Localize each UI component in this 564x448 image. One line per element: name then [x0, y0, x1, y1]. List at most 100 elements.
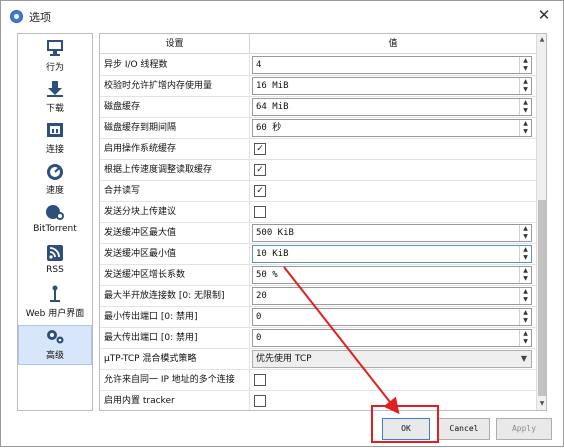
spinbox-value: 16 MiB — [256, 81, 289, 91]
scroll-down-arrow-icon[interactable]: ▼ — [537, 398, 546, 410]
spinbox-arrows[interactable]: ▲ ▼ — [519, 330, 531, 346]
spin-up-icon[interactable]: ▲ — [520, 309, 531, 317]
spin-up-icon[interactable]: ▲ — [520, 330, 531, 338]
setting-checkbox[interactable]: ✓ — [254, 185, 266, 197]
spin-up-icon[interactable]: ▲ — [520, 288, 531, 296]
table-row: 启用内置 tracker — [100, 391, 536, 410]
value-spinbox[interactable]: 16 MiB ▲ ▼ — [252, 77, 532, 95]
setting-checkbox[interactable]: ✓ — [254, 164, 266, 176]
value-spinbox[interactable]: 20 ▲ ▼ — [252, 287, 532, 305]
options-dialog: 选项 ✕ 行为下载连接 速度 BitTorrent RSS Web 用户界面高级 设置 … — [0, 0, 564, 447]
setting-checkbox[interactable] — [254, 206, 266, 218]
spinbox-arrows[interactable]: ▲ ▼ — [519, 309, 531, 325]
sidebar-item-label: 行为 — [45, 63, 64, 73]
setting-value-cell: 60 秒 ▲ ▼ — [250, 118, 536, 138]
value-spinbox[interactable]: 64 MiB ▲ ▼ — [252, 98, 532, 116]
setting-value-cell — [250, 370, 536, 390]
value-spinbox[interactable]: 0 ▲ ▼ — [252, 308, 532, 326]
spin-up-icon[interactable]: ▲ — [520, 246, 531, 254]
gears-icon — [44, 326, 66, 346]
setting-checkbox[interactable] — [254, 395, 266, 407]
setting-label: 异步 I/O 线程数 — [100, 55, 250, 75]
close-button[interactable]: ✕ — [535, 6, 553, 24]
sidebar-item-speedometer[interactable]: 速度 — [18, 161, 92, 201]
setting-checkbox[interactable]: ✓ — [254, 143, 266, 155]
spin-down-icon[interactable]: ▼ — [520, 107, 531, 115]
value-spinbox[interactable]: 500 KiB ▲ ▼ — [252, 224, 532, 242]
spin-down-icon[interactable]: ▼ — [520, 128, 531, 136]
spin-down-icon[interactable]: ▼ — [520, 233, 531, 241]
spin-up-icon[interactable]: ▲ — [520, 57, 531, 65]
spin-up-icon[interactable]: ▲ — [520, 78, 531, 86]
spinbox-arrows[interactable]: ▲ ▼ — [519, 57, 531, 73]
sidebar-item-network[interactable]: 连接 — [18, 120, 92, 160]
value-spinbox[interactable]: 10 KiB ▲ ▼ — [252, 245, 532, 263]
setting-value-cell: ✓ — [250, 160, 536, 180]
setting-value-cell: 10 KiB ▲ ▼ — [250, 244, 536, 264]
sidebar-item-label: 下载 — [45, 104, 64, 114]
spin-down-icon[interactable]: ▼ — [520, 254, 531, 262]
setting-label: 发送缓冲区最小值 — [100, 244, 250, 264]
setting-label: 启用内置 tracker — [100, 391, 250, 410]
spin-down-icon[interactable]: ▼ — [520, 275, 531, 283]
spinbox-arrows[interactable]: ▲ ▼ — [519, 267, 531, 283]
table-row: µTP-TCP 混合模式策略 优先使用 TCP ▼ — [100, 349, 536, 370]
vertical-scrollbar[interactable]: ▲ ▼ — [536, 34, 546, 410]
spin-down-icon[interactable]: ▼ — [520, 65, 531, 73]
spin-down-icon[interactable]: ▼ — [520, 296, 531, 304]
sidebar-item-download[interactable]: 下载 — [18, 79, 92, 119]
value-spinbox[interactable]: 0 ▲ ▼ — [252, 329, 532, 347]
header-value[interactable]: 值 — [250, 34, 536, 54]
table-row: 合并读写 ✓ — [100, 181, 536, 202]
spin-up-icon[interactable]: ▲ — [520, 267, 531, 275]
spinbox-arrows[interactable]: ▲ ▼ — [519, 99, 531, 115]
value-spinbox[interactable]: 50 % ▲ ▼ — [252, 266, 532, 284]
spin-up-icon[interactable]: ▲ — [520, 99, 531, 107]
sidebar-item-web-ui[interactable]: Web 用户界面 — [18, 284, 92, 324]
spinbox-arrows[interactable]: ▲ ▼ — [519, 225, 531, 241]
mixed-mode-select[interactable]: 优先使用 TCP ▼ — [252, 350, 532, 368]
setting-checkbox[interactable] — [254, 374, 266, 386]
chevron-down-icon[interactable]: ▼ — [521, 351, 527, 367]
spinbox-value: 0 — [256, 312, 262, 322]
value-spinbox[interactable]: 4 ▲ ▼ — [252, 56, 532, 74]
table-row: 最大半开放连接数 [0: 无限制] 20 ▲ ▼ — [100, 286, 536, 307]
value-spinbox[interactable]: 60 秒 ▲ ▼ — [252, 119, 532, 137]
scroll-thumb[interactable] — [538, 200, 546, 396]
sidebar-item-bittorrent[interactable]: BitTorrent — [18, 202, 92, 242]
spin-up-icon[interactable]: ▲ — [520, 120, 531, 128]
bittorrent-icon — [44, 202, 66, 222]
spinbox-arrows[interactable]: ▲ ▼ — [519, 120, 531, 136]
table-row: 最大传出端口 [0: 禁用] 0 ▲ ▼ — [100, 328, 536, 349]
spin-down-icon[interactable]: ▼ — [520, 317, 531, 325]
setting-value-cell: 20 ▲ ▼ — [250, 286, 536, 306]
sidebar-item-gears[interactable]: 高级 — [18, 325, 92, 365]
header-setting[interactable]: 设置 — [100, 34, 250, 54]
spinbox-value: 4 — [256, 60, 262, 70]
table-row: 异步 I/O 线程数 4 ▲ ▼ — [100, 55, 536, 76]
title-bar: 选项 ✕ — [1, 1, 563, 31]
scroll-up-arrow-icon[interactable]: ▲ — [537, 34, 546, 46]
setting-label: 发送缓冲区最大值 — [100, 223, 250, 243]
web-ui-icon — [44, 284, 66, 304]
spin-down-icon[interactable]: ▼ — [520, 86, 531, 94]
apply-button[interactable]: Apply — [496, 418, 552, 440]
spin-up-icon[interactable]: ▲ — [520, 225, 531, 233]
sidebar-item-label: 高级 — [45, 351, 64, 361]
sidebar-item-rss[interactable]: RSS — [18, 243, 92, 283]
spinbox-arrows[interactable]: ▲ ▼ — [519, 78, 531, 94]
spinbox-value: 10 KiB — [256, 249, 289, 259]
table-row: 发送分块上传建议 — [100, 202, 536, 223]
cancel-button[interactable]: Cancel — [438, 418, 490, 440]
spinbox-arrows[interactable]: ▲ ▼ — [519, 288, 531, 304]
spin-down-icon[interactable]: ▼ — [520, 338, 531, 346]
table-header: 设置 值 — [100, 34, 536, 54]
table-row: 启用操作系统缓存 ✓ — [100, 139, 536, 160]
setting-value-cell: 50 % ▲ ▼ — [250, 265, 536, 285]
sidebar-item-monitor[interactable]: 行为 — [18, 38, 92, 78]
download-icon — [44, 79, 66, 99]
network-icon — [44, 120, 66, 140]
spinbox-arrows[interactable]: ▲ ▼ — [519, 246, 531, 262]
setting-value-cell: 500 KiB ▲ ▼ — [250, 223, 536, 243]
monitor-icon — [44, 38, 66, 58]
